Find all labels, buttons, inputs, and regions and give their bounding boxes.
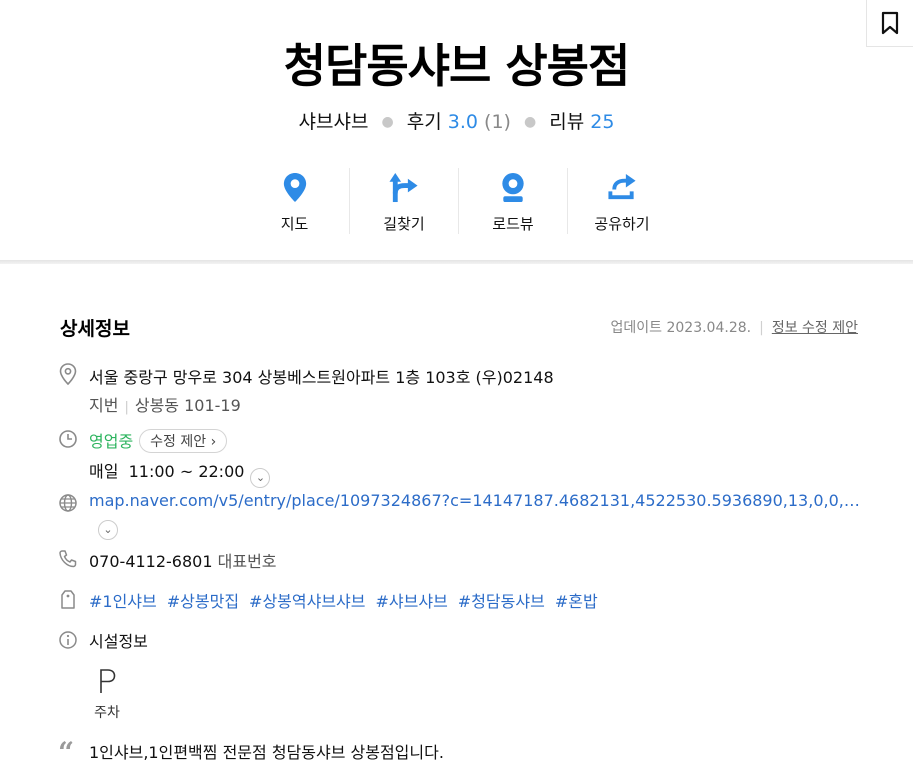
category: 샤브샤브 [298,111,369,133]
section-title: 상세정보 [60,318,130,340]
action-label: 공유하기 [594,215,650,233]
hours-day: 매일 [89,462,119,481]
hours-time: 11:00 ~ 22:00 [128,462,245,481]
separator: | [759,320,764,336]
quote-icon: “ [58,736,75,769]
map-pin-icon [283,172,306,203]
directions-button[interactable]: 길찾기 [349,168,458,234]
location-outline-icon [59,363,77,386]
expand-url-line: ⌄ [98,514,118,540]
suggest-edit-chip[interactable]: 수정 제안 › [139,429,228,453]
action-label: 로드뷰 [492,215,534,233]
dot-separator: ● [381,114,394,130]
separator: | [124,400,129,415]
review-label[interactable]: 후기 [407,111,442,133]
expand-hours-button[interactable]: ⌄ [250,468,271,488]
phone-number[interactable]: 070-4112-6801 [89,552,213,571]
phone-label: 대표번호 [217,552,277,571]
place-summary: 샤브샤브 ● 후기 3.0 (1) ● 리뷰 25 [0,107,913,134]
description-text: 1인샤브,1인편백찜 전문점 청담동샤브 상봉점입니다. [89,743,444,762]
share-button[interactable]: 공유하기 [567,168,676,234]
action-label: 지도 [280,215,309,233]
action-bar: 지도 길찾기 로드뷰 공유하기 [240,168,676,234]
share-icon [608,173,636,200]
parking-icon [100,669,116,693]
clock-icon [59,430,77,448]
dot-separator: ● [524,114,537,130]
review-score[interactable]: 3.0 [448,111,478,133]
tag[interactable]: #샤브샤브 [376,592,448,611]
blog-review-count[interactable]: 25 [590,111,614,133]
tag[interactable]: #1인샤브 [89,592,157,611]
jibun-address: 상봉동 101-19 [134,396,241,415]
tag-list: #1인샤브 #상봉맛집 #상봉역샤브샤브 #샤브샤브 #청담동샤브 #혼밥 [89,588,608,612]
jibun-line: 지번 | 상봉동 101-19 [89,392,241,416]
tag[interactable]: #혼밥 [555,592,598,611]
globe-icon [59,494,77,512]
action-label: 길찾기 [383,215,425,233]
facility-label: 시설정보 [89,632,148,651]
blog-review-label[interactable]: 리뷰 [549,111,584,133]
roadview-button[interactable]: 로드뷰 [458,168,567,234]
phone-line: 070-4112-6801 대표번호 [89,548,277,572]
roadview-icon [502,172,524,203]
jibun-label: 지번 [89,396,119,415]
section-divider [0,260,913,264]
suggest-edit-link[interactable]: 정보 수정 제안 [772,320,858,336]
chevron-down-icon: ⌄ [255,471,266,484]
directions-icon [389,172,418,203]
tag-icon [61,590,75,609]
info-icon [59,631,77,649]
phone-icon [59,550,77,568]
homepage-link[interactable]: map.naver.com/v5/entry/place/1097324867?… [89,491,860,510]
tag[interactable]: #상봉역샤브샤브 [249,592,365,611]
expand-url-button[interactable]: ⌄ [98,520,118,540]
parking-facility: 주차 [90,668,124,722]
chevron-right-icon: › [210,434,217,450]
tag[interactable]: #청담동샤브 [458,592,545,611]
review-count[interactable]: (1) [484,111,511,133]
update-date: 업데이트 2023.04.28. [610,320,752,336]
page-title: 청담동샤브 상봉점 [283,39,631,93]
map-button[interactable]: 지도 [240,168,349,234]
address-text: 서울 중랑구 망우로 304 상봉베스트원아파트 1층 103호 (우)0214… [89,368,554,387]
chip-label: 수정 제안 [150,434,207,450]
chevron-down-icon: ⌄ [103,523,113,536]
hours-line: 매일 11:00 ~ 22:00 ⌄ [89,458,271,488]
open-status: 영업중 [89,432,134,451]
business-status-line: 영업중 수정 제안 › [89,428,228,453]
tag[interactable]: #상봉맛집 [167,592,239,611]
update-info: 업데이트 2023.04.28. | 정보 수정 제안 [611,317,859,337]
parking-label: 주차 [94,705,120,721]
